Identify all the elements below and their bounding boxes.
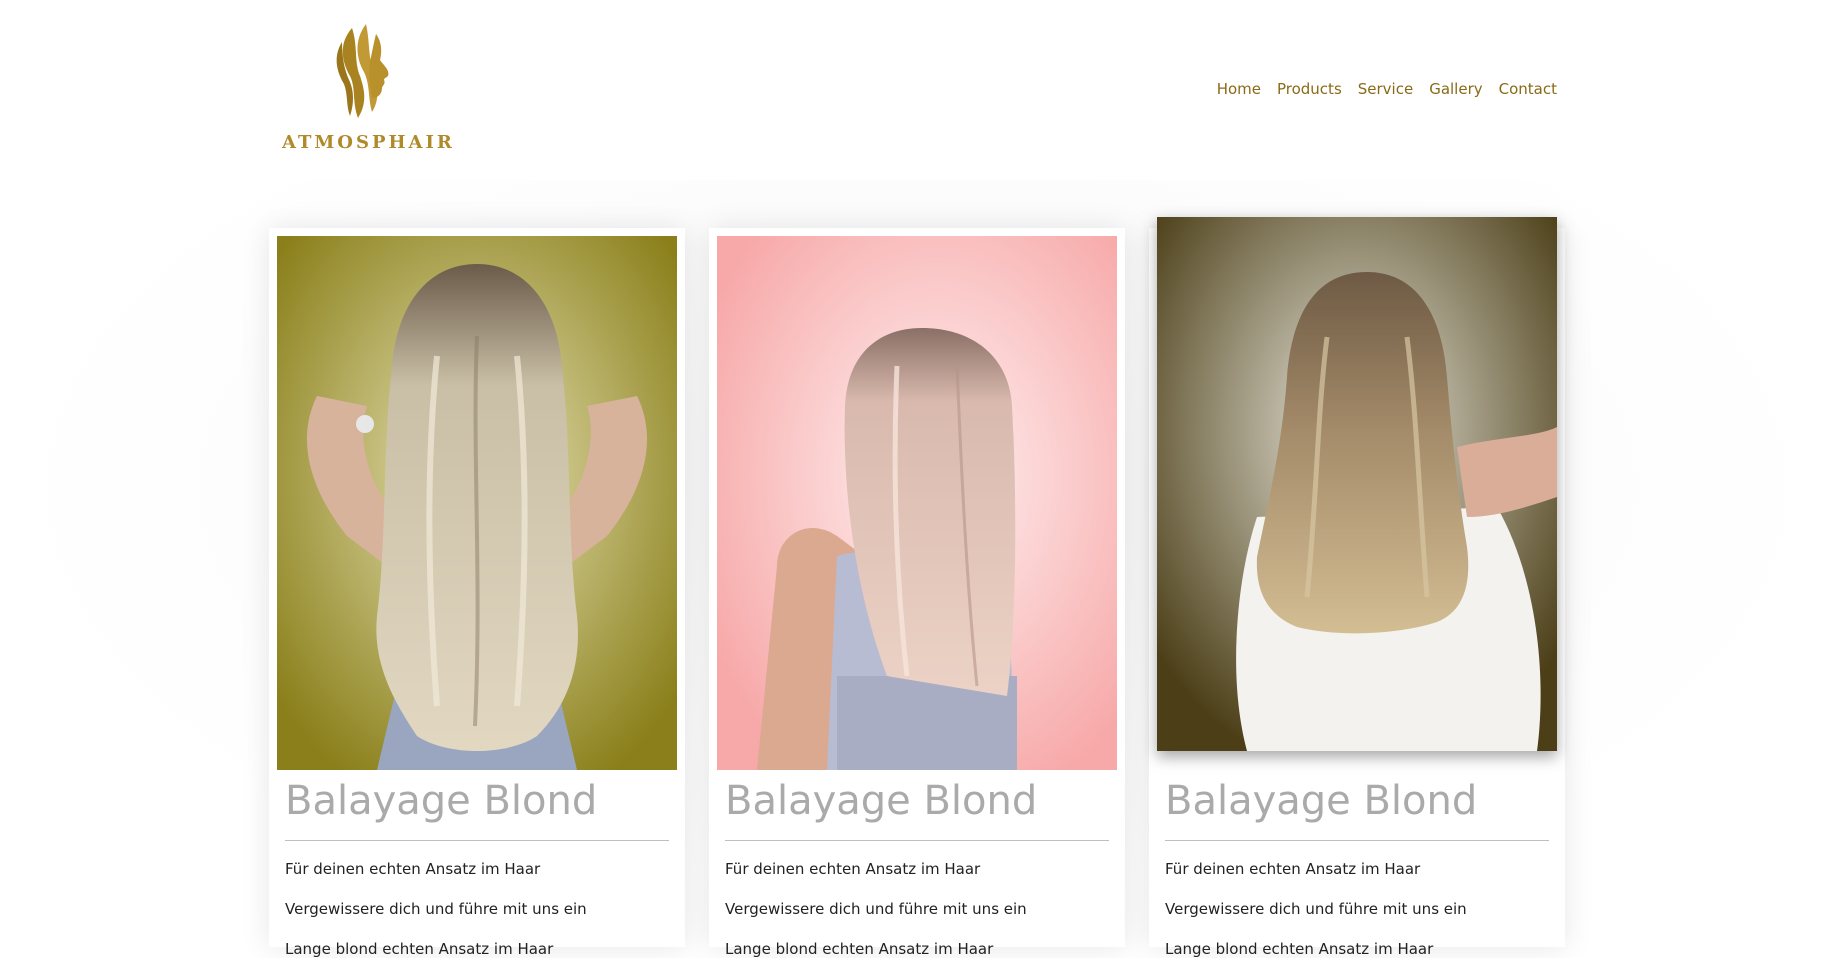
card-text: Lange blond echten Ansatz im Haar	[285, 940, 554, 958]
gallery-card[interactable]: Balayage Blond Für deinen echten Ansatz …	[709, 228, 1125, 958]
card-text: Für deinen echten Ansatz im Haar	[1165, 860, 1421, 878]
divider	[1165, 840, 1549, 841]
divider	[725, 840, 1109, 841]
main-nav: Home Products Service Gallery Contact	[1217, 80, 1557, 98]
bronde-medium-wavy-hair-photo	[1157, 217, 1557, 751]
nav-products[interactable]: Products	[1277, 80, 1342, 98]
rose-blonde-straight-hair-photo	[717, 236, 1117, 770]
card-title: Balayage Blond	[725, 778, 1038, 824]
card-text: Lange blond echten Ansatz im Haar	[725, 940, 994, 958]
nav-service[interactable]: Service	[1358, 80, 1413, 98]
card-title: Balayage Blond	[285, 778, 598, 824]
gallery-card[interactable]: Balayage Blond Für deinen echten Ansatz …	[1149, 217, 1565, 958]
card-text: Vergewissere dich und führe mit uns ein	[285, 900, 587, 918]
card-text: Für deinen echten Ansatz im Haar	[285, 860, 541, 878]
card-text: Für deinen echten Ansatz im Haar	[725, 860, 981, 878]
gallery-card[interactable]: Balayage Blond Für deinen echten Ansatz …	[269, 228, 685, 958]
card-text: Vergewissere dich und führe mit uns ein	[1165, 900, 1467, 918]
blonde-long-wavy-hair-photo	[277, 236, 677, 770]
nav-gallery[interactable]: Gallery	[1429, 80, 1482, 98]
site-logo[interactable]: ATMOSPHAIR	[282, 22, 455, 157]
woman-profile-hair-icon	[324, 22, 404, 122]
card-text: Lange blond echten Ansatz im Haar	[1165, 940, 1434, 958]
brand-name: ATMOSPHAIR	[282, 132, 455, 153]
card-text: Vergewissere dich und führe mit uns ein	[725, 900, 1027, 918]
nav-home[interactable]: Home	[1217, 80, 1261, 98]
site-header: ATMOSPHAIR Home Products Service Gallery…	[0, 0, 1835, 180]
card-title: Balayage Blond	[1165, 778, 1478, 824]
divider	[285, 840, 669, 841]
nav-contact[interactable]: Contact	[1499, 80, 1557, 98]
